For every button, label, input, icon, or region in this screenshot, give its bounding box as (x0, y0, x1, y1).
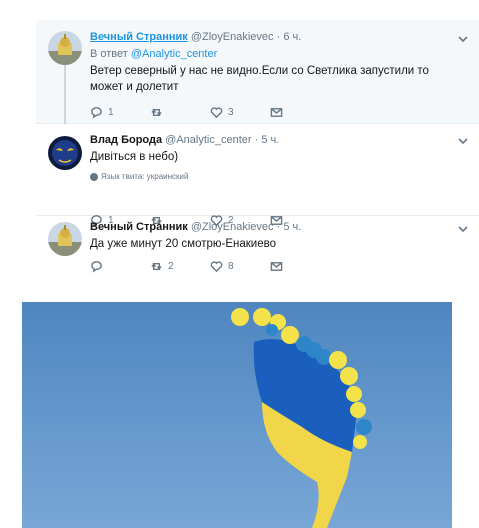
reply-mention[interactable]: @Analytic_center (131, 48, 217, 60)
like-button[interactable]: 8 (210, 260, 270, 273)
timestamp[interactable]: 6 ч. (283, 31, 301, 43)
tweet-actions: 2 8 (90, 260, 330, 273)
reply-icon (91, 261, 102, 273)
attached-photo[interactable] (22, 302, 452, 528)
reply-button[interactable] (90, 260, 150, 273)
avatar[interactable] (48, 31, 82, 65)
tweet-text: Да уже минут 20 смотрю-Енакиево (90, 238, 276, 250)
avatar[interactable] (48, 136, 82, 170)
message-button[interactable] (270, 106, 330, 119)
chevron-down-icon (458, 226, 468, 233)
author-handle[interactable]: @ZloyEnakievec (191, 221, 274, 233)
separator: · (254, 134, 259, 146)
separator: · (276, 221, 281, 233)
author-name[interactable]: Влад Борода (90, 134, 162, 146)
chevron-down-icon (458, 138, 468, 145)
more-options-button[interactable] (457, 32, 469, 44)
message-button[interactable] (270, 260, 330, 273)
heart-icon (210, 107, 223, 119)
tweet[interactable]: Вечный Странник @ZloyEnakievec · 6 ч. В … (36, 20, 479, 124)
avatar[interactable] (48, 222, 82, 256)
tweet-text: Ветер северный у нас не видно.Если со Св… (90, 65, 429, 93)
timestamp[interactable]: 5 ч. (261, 134, 279, 146)
like-count: 8 (228, 261, 234, 272)
reply-icon (91, 107, 102, 119)
like-button[interactable]: 3 (210, 106, 270, 119)
author-name[interactable]: Вечный Странник (90, 31, 188, 43)
retweet-button[interactable] (150, 106, 210, 119)
tweet-thread: Вечный Странник @ZloyEnakievec · 6 ч. В … (36, 20, 479, 280)
more-options-button[interactable] (457, 222, 469, 234)
thread-connector (64, 64, 66, 124)
globe-icon (90, 172, 98, 181)
reply-button[interactable]: 1 (90, 106, 150, 119)
timestamp[interactable]: 5 ч. (283, 221, 301, 233)
heart-icon (210, 261, 223, 273)
author-handle[interactable]: @Analytic_center (165, 134, 251, 146)
separator: · (276, 31, 281, 43)
reply-count: 1 (108, 107, 114, 118)
like-count: 3 (228, 107, 234, 118)
tweet-language: Язык твита: украинский (90, 172, 449, 181)
envelope-icon (270, 262, 283, 271)
retweet-icon (151, 109, 162, 116)
envelope-icon (270, 108, 283, 117)
tweet-text: Дивіться в небо) (90, 151, 179, 163)
tweet[interactable]: Влад Борода @Analytic_center · 5 ч. Диві… (36, 124, 479, 227)
reply-context: В ответ @Analytic_center (90, 47, 449, 61)
retweet-count: 2 (168, 261, 174, 272)
chevron-down-icon (458, 36, 468, 43)
retweet-button[interactable]: 2 (150, 260, 210, 273)
retweet-icon (151, 263, 162, 270)
author-handle[interactable]: @ZloyEnakievec (191, 31, 274, 43)
author-name[interactable]: Вечный Странник (90, 221, 188, 233)
tweet-actions: 1 3 (90, 106, 330, 119)
more-options-button[interactable] (457, 134, 469, 146)
language-label: Язык твита: украинский (101, 172, 189, 181)
reply-prefix: В ответ (90, 48, 128, 60)
tweet[interactable]: Вечный Странник @ZloyEnakievec · 5 ч. Да… (36, 216, 479, 280)
